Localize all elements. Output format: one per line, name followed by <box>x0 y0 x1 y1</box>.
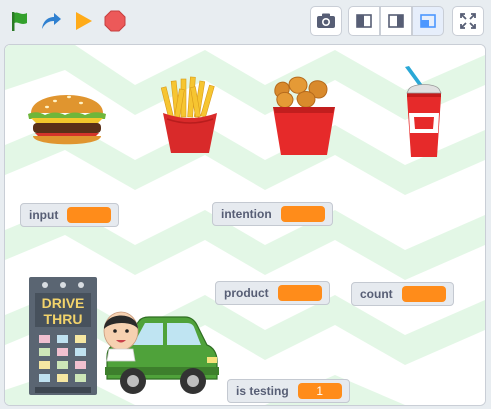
small-stage-button[interactable] <box>348 6 380 36</box>
fries-sprite[interactable] <box>155 75 225 157</box>
monitor-label: count <box>360 287 393 301</box>
chicken-nuggets-sprite[interactable] <box>269 75 339 157</box>
play-button[interactable] <box>70 8 96 34</box>
drink-sprite[interactable] <box>401 65 449 161</box>
turbo-button[interactable] <box>38 8 64 34</box>
custom-stage-button[interactable] <box>412 6 444 36</box>
monitor-is-testing[interactable]: is testing 1 <box>227 379 350 403</box>
monitor-label: is testing <box>236 384 289 398</box>
turbo-arrow-icon <box>42 13 61 29</box>
stop-icon <box>104 10 126 32</box>
monitor-intention[interactable]: intention <box>212 202 333 226</box>
large-stage-icon <box>388 14 404 28</box>
green-flag-icon <box>12 12 27 31</box>
burger-sprite[interactable] <box>25 81 109 151</box>
stop-button[interactable] <box>102 8 128 34</box>
monitor-label: product <box>224 286 269 300</box>
camera-icon <box>317 13 335 28</box>
fullscreen-button[interactable] <box>452 6 484 36</box>
monitor-product[interactable]: product <box>215 281 330 305</box>
monitor-input[interactable]: input <box>20 203 120 227</box>
monitor-value <box>401 286 446 302</box>
play-icon <box>76 12 92 30</box>
monitor-label: input <box>29 208 59 222</box>
fullscreen-icon <box>460 13 476 29</box>
drive-thru-sign-line1: DRIVE <box>42 295 85 311</box>
car-with-driver-sprite[interactable] <box>99 309 221 397</box>
small-stage-icon <box>356 14 372 28</box>
monitor-label: intention <box>221 207 272 221</box>
stage-toolbar <box>0 0 491 42</box>
drive-thru-sign-sprite[interactable]: DRIVE THRU <box>29 277 97 395</box>
monitor-count[interactable]: count <box>351 282 454 306</box>
monitor-value <box>280 206 325 222</box>
stage[interactable]: DRIVE THRU input intention product count… <box>4 44 486 406</box>
screenshot-button[interactable] <box>310 6 342 36</box>
large-stage-button[interactable] <box>380 6 412 36</box>
green-flag-button[interactable] <box>7 8 33 34</box>
drive-thru-sign-line2: THRU <box>44 311 83 327</box>
monitor-value <box>277 285 322 301</box>
monitor-value <box>67 207 112 223</box>
monitor-value: 1 <box>297 383 342 399</box>
custom-stage-icon <box>420 14 436 28</box>
